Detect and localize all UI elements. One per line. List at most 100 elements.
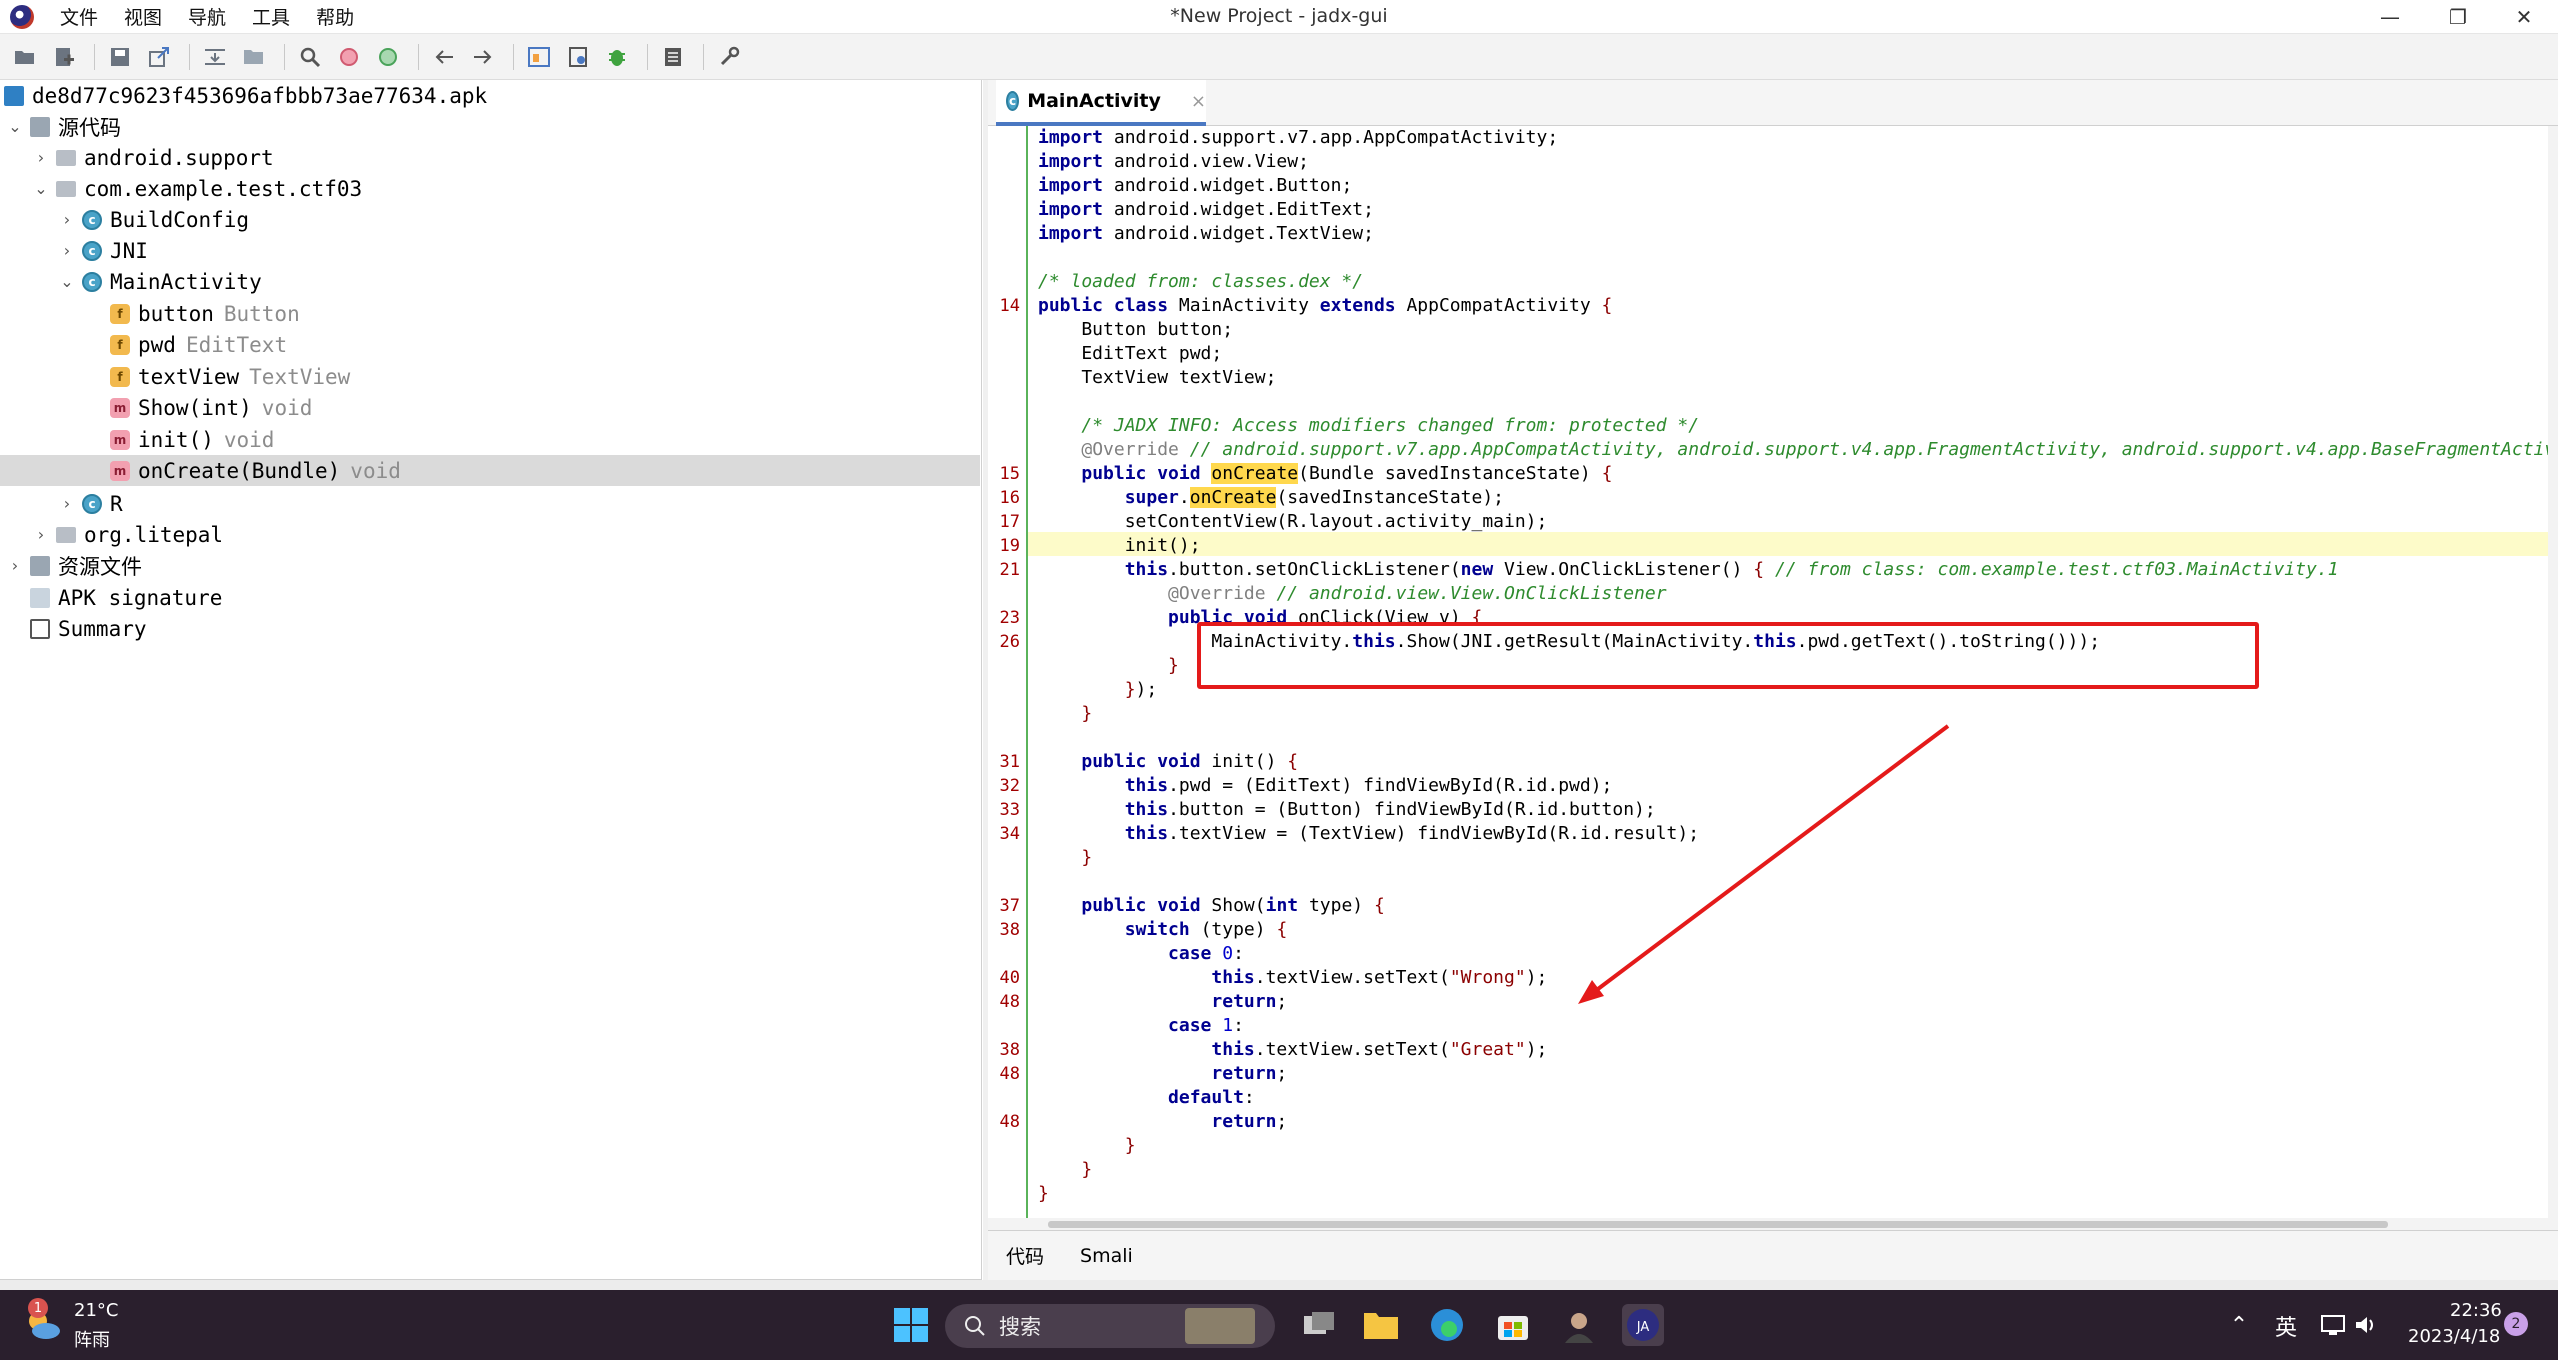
member-name: pwd <box>138 332 176 357</box>
open-icon[interactable] <box>8 40 42 74</box>
tree-item-field-button[interactable]: f button Button <box>0 298 980 329</box>
tree-item-label: org.litepal <box>84 522 224 547</box>
toolbar-separator <box>647 43 648 70</box>
close-tab-icon[interactable]: × <box>1191 91 1206 112</box>
chevron-right-icon[interactable]: › <box>58 241 76 260</box>
chevron-down-icon[interactable]: ⌄ <box>32 179 50 198</box>
weather-desc: 阵雨 <box>74 1330 110 1351</box>
tree-item-android-support[interactable]: › android.support <box>0 142 980 173</box>
method-icon: m <box>110 460 130 481</box>
tree-item-method-show[interactable]: m Show(int) void <box>0 392 980 423</box>
line-number: 40 <box>999 968 1020 988</box>
volume-icon[interactable] <box>2352 1304 2382 1346</box>
store-icon[interactable] <box>1492 1304 1534 1346</box>
horizontal-scrollbar[interactable] <box>988 1218 2548 1230</box>
clock-date[interactable]: 2023/4/18 <box>2408 1326 2500 1347</box>
task-view-icon[interactable] <box>1298 1304 1340 1346</box>
chevron-right-icon[interactable]: › <box>6 556 24 575</box>
tree-item-buildconfig[interactable]: › c BuildConfig <box>0 204 980 235</box>
tree-item-r[interactable]: › c R <box>0 488 980 519</box>
preferences-icon[interactable] <box>712 40 746 74</box>
chevron-down-icon[interactable]: ⌄ <box>58 272 76 291</box>
field-icon: f <box>110 334 130 355</box>
network-icon[interactable] <box>2318 1304 2348 1346</box>
flatten-icon[interactable] <box>237 40 271 74</box>
member-type: void <box>261 395 313 420</box>
menu-tools[interactable]: 工具 <box>252 3 290 30</box>
chevron-right-icon[interactable]: › <box>58 494 76 513</box>
line-number: 26 <box>999 632 1020 652</box>
tree-item-apk-signature[interactable]: APK signature <box>0 582 980 613</box>
chevron-right-icon[interactable]: › <box>58 210 76 229</box>
vertical-scrollbar[interactable] <box>2548 126 2558 1286</box>
chevron-right-icon[interactable]: › <box>32 148 50 167</box>
menu-file[interactable]: 文件 <box>60 3 98 30</box>
chevron-down-icon[interactable]: ⌄ <box>6 117 24 136</box>
start-icon[interactable] <box>890 1304 932 1346</box>
app-avatar-icon[interactable] <box>1558 1304 1600 1346</box>
save-icon[interactable] <box>103 40 137 74</box>
find-usage-icon[interactable] <box>371 40 405 74</box>
tree-item-jni[interactable]: › c JNI <box>0 235 980 266</box>
minimize-button[interactable]: — <box>2360 0 2420 34</box>
tree-item-field-textview[interactable]: f textView TextView <box>0 361 980 392</box>
add-files-icon[interactable] <box>47 40 81 74</box>
find-class-icon[interactable] <box>332 40 366 74</box>
tab-mainactivity[interactable]: c MainActivity × <box>996 80 1206 126</box>
jadx-taskbar-icon[interactable]: JA <box>1622 1304 1664 1346</box>
debug-icon[interactable] <box>600 40 634 74</box>
tree-item-summary[interactable]: Summary <box>0 613 980 644</box>
class-icon: c <box>1006 91 1020 111</box>
log-icon[interactable] <box>656 40 690 74</box>
toolbar-separator <box>513 43 514 70</box>
ime-indicator[interactable]: 英 <box>2275 1310 2297 1342</box>
editor-tabbar: c MainActivity × <box>988 80 2558 126</box>
tree-item-com-example[interactable]: ⌄ com.example.test.ctf03 <box>0 173 980 204</box>
line-number: 38 <box>999 920 1020 940</box>
tree-item-label: APK signature <box>58 585 223 610</box>
taskbar-search[interactable]: 搜索 <box>945 1304 1275 1348</box>
notification-badge[interactable]: 2 <box>2504 1312 2528 1336</box>
scrollbar-thumb[interactable] <box>1048 1221 2388 1228</box>
code-area[interactable]: import android.support.v7.app.AppCompatA… <box>1038 126 2558 1306</box>
tab-code[interactable]: 代码 <box>988 1242 1062 1269</box>
back-icon[interactable] <box>427 40 461 74</box>
tree-item-source-code[interactable]: ⌄ 源代码 <box>0 111 980 142</box>
tree-item-apk[interactable]: de8d77c9623f453696afbbb73ae77634.apk <box>0 80 980 111</box>
tree-item-method-init[interactable]: m init() void <box>0 424 980 455</box>
export-icon[interactable] <box>142 40 176 74</box>
chevron-up-icon[interactable]: ⌃ <box>2224 1304 2254 1346</box>
line-number: 33 <box>999 800 1020 820</box>
restore-button[interactable]: ❐ <box>2428 0 2488 34</box>
line-number: 37 <box>999 896 1020 916</box>
edge-browser-icon[interactable] <box>1426 1304 1468 1346</box>
sync-icon[interactable] <box>198 40 232 74</box>
tree-item-mainactivity[interactable]: ⌄ c MainActivity <box>0 266 980 297</box>
tree-item-org-litepal[interactable]: › org.litepal <box>0 519 980 550</box>
toolbar-separator <box>94 43 95 70</box>
deobf-icon[interactable] <box>522 40 556 74</box>
chevron-right-icon[interactable]: › <box>32 525 50 544</box>
line-number: 21 <box>999 560 1020 580</box>
search-icon[interactable] <box>293 40 327 74</box>
window-title: *New Project - jadx-gui <box>1170 5 1388 27</box>
forward-icon[interactable] <box>466 40 500 74</box>
menu-view[interactable]: 视图 <box>124 3 162 30</box>
tree-item-label: com.example.test.ctf03 <box>84 176 363 201</box>
tab-smali[interactable]: Smali <box>1062 1245 1151 1267</box>
menu-navigation[interactable]: 导航 <box>188 3 226 30</box>
method-icon: m <box>110 397 130 418</box>
close-button[interactable]: ✕ <box>2494 0 2554 34</box>
tree-item-method-oncreate[interactable]: m onCreate(Bundle) void <box>0 455 980 486</box>
quark-icon[interactable] <box>561 40 595 74</box>
menu-help[interactable]: 帮助 <box>316 3 354 30</box>
toolbar-separator <box>189 43 190 70</box>
file-explorer-icon[interactable] <box>1360 1304 1402 1346</box>
weather-temp: 21°C <box>74 1300 119 1321</box>
tree-item-resources[interactable]: › 资源文件 <box>0 550 980 581</box>
tree-item-label: Summary <box>58 616 147 641</box>
line-number: 23 <box>999 608 1020 628</box>
project-tree: de8d77c9623f453696afbbb73ae77634.apk ⌄ 源… <box>0 80 982 1280</box>
clock-time[interactable]: 22:36 <box>2450 1300 2502 1321</box>
tree-item-field-pwd[interactable]: f pwd EditText <box>0 329 980 360</box>
